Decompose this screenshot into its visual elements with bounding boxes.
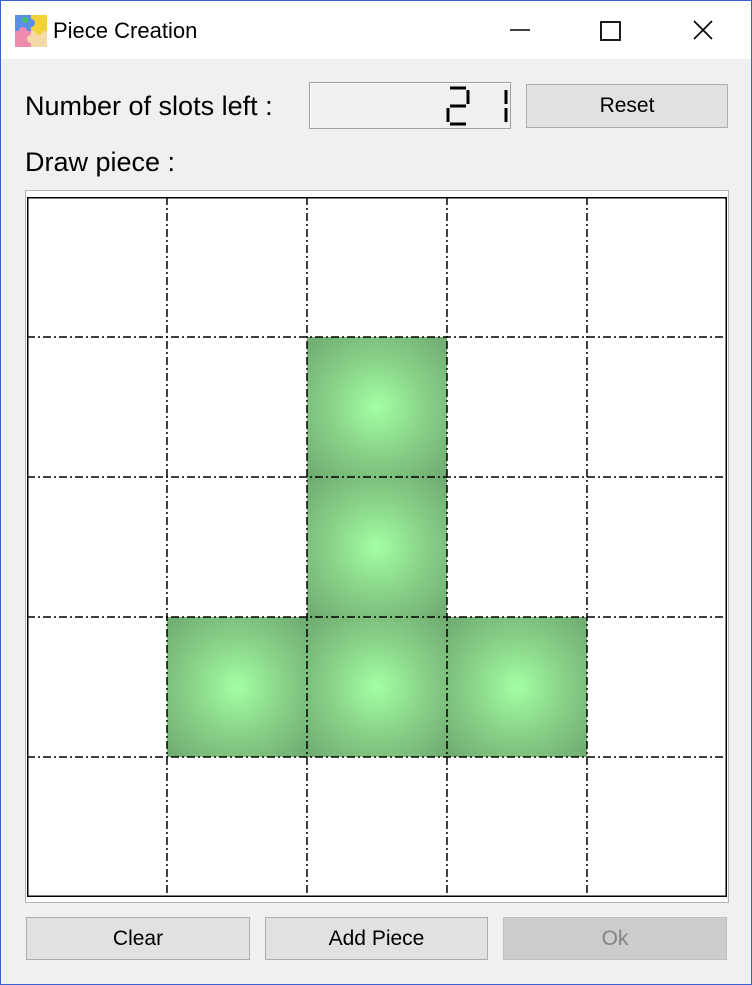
grid-cell[interactable]	[447, 337, 587, 477]
minimize-icon	[510, 29, 530, 31]
grid-cell-filled[interactable]	[307, 337, 447, 477]
grid-cell[interactable]	[587, 757, 727, 897]
title-bar[interactable]: Piece Creation	[1, 1, 751, 59]
grid-cell[interactable]	[447, 757, 587, 897]
draw-piece-label: Draw piece :	[25, 147, 176, 177]
grid-cell[interactable]	[587, 617, 727, 757]
reset-button[interactable]: Reset	[526, 84, 728, 128]
grid-cell[interactable]	[587, 337, 727, 477]
grid-cell[interactable]	[587, 197, 727, 337]
grid-cell[interactable]	[167, 477, 307, 617]
grid-cell[interactable]	[27, 757, 167, 897]
clear-button[interactable]: Clear	[26, 917, 250, 960]
slots-left-lcd	[309, 82, 511, 129]
grid-cell[interactable]	[27, 617, 167, 757]
grid-cell[interactable]	[27, 197, 167, 337]
grid-cell-filled[interactable]	[447, 617, 587, 757]
grid-cell[interactable]	[27, 337, 167, 477]
maximize-icon	[600, 21, 621, 41]
ok-button[interactable]: Ok	[503, 917, 727, 960]
grid-cell[interactable]	[167, 197, 307, 337]
grid-cell[interactable]	[307, 757, 447, 897]
close-icon	[693, 20, 713, 40]
maximize-button[interactable]	[587, 9, 633, 51]
puzzle-icon	[15, 15, 47, 47]
grid-cell-filled[interactable]	[307, 617, 447, 757]
grid-cell[interactable]	[447, 197, 587, 337]
grid-cell[interactable]	[447, 477, 587, 617]
slots-left-label: Number of slots left :	[25, 91, 273, 121]
grid-cell[interactable]	[587, 477, 727, 617]
lcd-digits	[446, 86, 508, 126]
grid-cell[interactable]	[167, 337, 307, 477]
window-title: Piece Creation	[53, 18, 198, 43]
close-button[interactable]	[681, 9, 727, 51]
piece-creation-window: Piece Creation Number of slots left : Re…	[0, 0, 752, 985]
grid-cell[interactable]	[307, 197, 447, 337]
minimize-button[interactable]	[497, 9, 543, 51]
grid-cell-filled[interactable]	[167, 617, 307, 757]
grid-cell[interactable]	[27, 477, 167, 617]
grid-cell-filled[interactable]	[307, 477, 447, 617]
add-piece-button[interactable]: Add Piece	[265, 917, 488, 960]
grid-cell[interactable]	[167, 757, 307, 897]
piece-grid[interactable]	[27, 197, 727, 897]
